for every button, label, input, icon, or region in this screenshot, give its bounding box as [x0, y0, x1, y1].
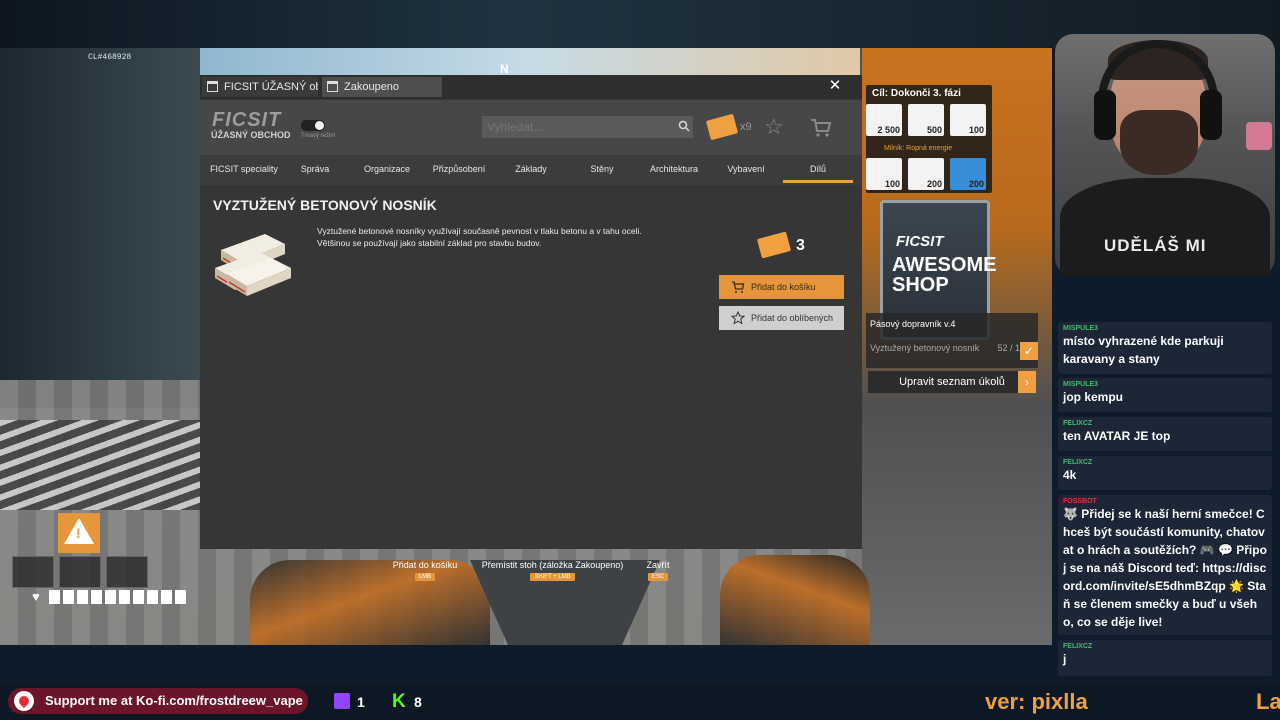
nav-item-ficsit-speciality[interactable]: FICSIT speciality: [209, 164, 279, 174]
nav-item-organizace[interactable]: Organizace: [352, 164, 422, 174]
twitch-icon: [334, 693, 350, 709]
chat-message: FELIXCZ 4k: [1058, 456, 1272, 490]
twitch-viewer-count: 1: [357, 694, 365, 710]
goal-milestone: Milník: Ropná energie: [884, 145, 953, 152]
tasks-top: Pásový dopravník v.4: [870, 319, 956, 329]
goal-item: 200: [950, 158, 986, 190]
task-item-name: Vyztužený betonový nosník: [870, 343, 980, 353]
close-icon[interactable]: ✕: [826, 77, 844, 95]
task-item: Vyztužený betonový nosník 52 / 1: [870, 343, 1020, 353]
chat-text: j: [1063, 652, 1067, 666]
goal-item: 2 500: [866, 104, 902, 136]
star-icon[interactable]: ☆: [764, 116, 784, 138]
hotbar-slot: [59, 556, 101, 588]
goal-item: 100: [950, 104, 986, 136]
chat-message: FELIXCZ ten AVATAR JE top: [1058, 417, 1272, 451]
search-input[interactable]: [482, 116, 693, 138]
kofi-text[interactable]: Support me at Ko-fi.com/frostdreew_vape: [45, 693, 303, 708]
chat-text: 4k: [1063, 468, 1077, 482]
cart-icon[interactable]: [810, 118, 832, 138]
chat-text: jop kempu: [1063, 390, 1124, 404]
add-to-cart-button[interactable]: Přidat do košíku: [719, 275, 844, 299]
nav-item-architektura[interactable]: Architektura: [639, 164, 709, 174]
hint-move-stack: Přemístit stoh (záložka Zakoupeno) SHIFT…: [481, 560, 624, 581]
goal-item: 100: [866, 158, 902, 190]
chevron-right-icon[interactable]: ›: [1018, 371, 1036, 393]
nav-item-dilu[interactable]: Dílů: [783, 164, 853, 174]
chat-message: FELIXCZ j: [1058, 640, 1272, 676]
coupon-count: x9: [740, 121, 752, 133]
star-icon: [731, 311, 745, 325]
goal-row-2: 100 200 200: [866, 158, 986, 190]
dark-mode-toggle[interactable]: [301, 120, 325, 131]
player-right-hand: [720, 555, 870, 645]
nav-item-steny[interactable]: Stěny: [567, 164, 637, 174]
add-to-favorites-button[interactable]: Přidat do oblíbených: [719, 306, 844, 330]
health-bar: ♥: [32, 590, 186, 604]
nav-active-indicator: [783, 180, 853, 183]
goal-title: Cíl: Dokonči 3. fázi: [872, 88, 961, 99]
compass-north: N: [500, 62, 509, 76]
chat-user: MISPULE3: [1063, 325, 1099, 332]
tab-purchased[interactable]: Zakoupeno: [322, 77, 442, 97]
chat-user: FOSSBOT: [1063, 498, 1097, 505]
shop-screen-awesome: AWESOME SHOP: [892, 254, 997, 296]
nav-item-zaklady[interactable]: Základy: [496, 164, 566, 174]
check-icon: ✓: [1020, 342, 1038, 360]
chat-user: FELIXCZ: [1063, 420, 1093, 427]
game-sky: [200, 48, 860, 76]
chat-text: místo vyhrazené kde parkuji karavany a s…: [1063, 334, 1224, 366]
nav-item-sprava[interactable]: Správa: [280, 164, 350, 174]
headset-ear-left: [1094, 90, 1116, 140]
window-icon: [327, 81, 338, 92]
tab-shop[interactable]: FICSIT ÚŽASNÝ obchod: [202, 77, 318, 97]
nav-item-prizpusobeni[interactable]: Přizpůsobení: [424, 164, 494, 174]
hint-add-to-cart: Přidat do košíku LMB: [392, 560, 458, 581]
chat-text: 🐺 Přidej se k naší herní smečce! Chceš b…: [1063, 507, 1267, 629]
game-floor-grate: [0, 420, 200, 510]
chat-message: MISPULE3 místo vyhrazené kde parkuji kar…: [1058, 322, 1272, 374]
chat-user: FELIXCZ: [1063, 459, 1093, 466]
headset-ear-right: [1200, 90, 1222, 140]
chat-user: MISPULE3: [1063, 381, 1099, 388]
goal-row-1: 2 500 500 100: [866, 104, 986, 136]
heart-icon: ♥: [32, 589, 40, 604]
item-description: Vyztužené betonové nosníky využívají sou…: [317, 226, 642, 248]
goal-item: 500: [908, 104, 944, 136]
build-label: CL#468928: [88, 53, 132, 62]
dark-mode-label: Tmavý režim: [301, 133, 336, 139]
search-icon[interactable]: [678, 120, 690, 132]
task-item-progress: 52 / 1: [997, 343, 1020, 353]
game-pillar: [0, 48, 200, 408]
kick-icon: K: [392, 691, 406, 712]
goal-item: 200: [908, 158, 944, 190]
concrete-beam-image: [215, 234, 291, 296]
shop-screen-ficsit: FICSIT: [896, 233, 944, 250]
webcam-shirt: [1060, 178, 1270, 276]
edit-task-list-button[interactable]: Upravit seznam úkolů: [868, 371, 1036, 393]
ficsit-logo: FICSIT: [212, 109, 282, 131]
webcam-shirt-text: UDĚLÁŠ MI: [1104, 236, 1207, 255]
chat-user: FELIXCZ: [1063, 643, 1093, 650]
ticker-text-next: La: [1256, 689, 1280, 714]
item-title: VYZTUŽENÝ BETONOVÝ NOSNÍK: [213, 197, 437, 213]
warning-mark: !: [76, 525, 81, 541]
hotbar-slot: [12, 556, 54, 588]
nav-item-vybaveni[interactable]: Vybavení: [711, 164, 781, 174]
item-price: 3: [796, 237, 805, 254]
heart-icon: [14, 691, 34, 711]
ticker-text: ver: pixlla: [985, 689, 1088, 714]
chat-message: MISPULE3 jop kempu: [1058, 378, 1272, 412]
kick-viewer-count: 8: [414, 694, 422, 710]
chat-message: FOSSBOT 🐺 Přidej se k naší herní smečce!…: [1058, 495, 1272, 635]
hint-close: Zavřít ESC: [646, 560, 670, 581]
window-icon: [207, 81, 218, 92]
chat-text: ten AVATAR JE top: [1063, 429, 1171, 443]
logo-subtitle: ÚŽASNÝ OBCHOD: [211, 130, 291, 140]
mask-decoration: [1246, 122, 1272, 150]
hotbar-slot: [106, 556, 148, 588]
cart-icon: [732, 281, 745, 293]
